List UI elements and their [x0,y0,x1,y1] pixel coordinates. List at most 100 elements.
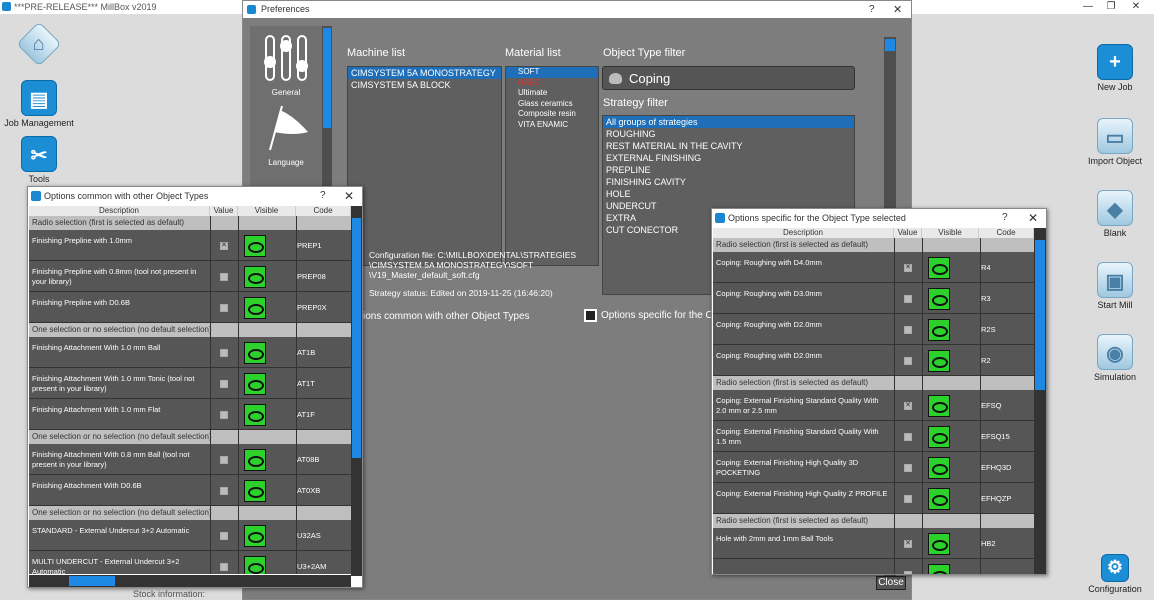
value-checkbox[interactable] [220,272,228,281]
table-row[interactable]: Hole with 2mm and 1mm Ball Tools ✕ HB2 [713,528,1034,559]
table-row[interactable]: Coping: Roughing with D2.0mm R2S [713,314,1034,345]
job-management-launcher[interactable]: ▤ Job Management [4,80,74,128]
strategy-filter-item[interactable]: HOLE [603,188,854,200]
value-checkbox[interactable] [220,379,228,388]
material-list-item[interactable]: HARD [506,78,598,89]
value-checkbox[interactable] [904,570,912,574]
table-row[interactable]: Finishing Prepline with 0.8mm (tool not … [29,261,351,292]
window-close-icon[interactable]: ✕ [1126,1,1146,12]
value-checkbox[interactable] [904,494,912,503]
options-common-vscrollbar[interactable] [351,206,362,576]
value-checkbox[interactable]: ✕ [904,401,912,410]
visible-eye-icon[interactable] [244,555,266,574]
material-list-item[interactable]: Ultimate [506,88,598,99]
value-checkbox[interactable] [220,303,228,312]
machine-list-item[interactable]: CIMSYSTEM 5A BLOCK [348,79,501,91]
close-button[interactable]: Close [876,576,906,590]
restore-icon[interactable]: ❐ [1101,1,1121,12]
options-common-toggle-label[interactable]: ions common with other Object Types [363,311,530,322]
import-object-launcher[interactable]: ▭ Import Object [1080,118,1150,166]
value-checkbox[interactable] [220,486,228,495]
value-checkbox[interactable] [220,410,228,419]
material-list[interactable]: SOFT HARD Ultimate Glass ceramics Compos… [505,66,599,266]
value-checkbox[interactable] [904,463,912,472]
options-specific-close-button[interactable]: ✕ [1028,211,1038,225]
configuration-launcher[interactable]: ⚙ Configuration [1080,554,1150,594]
table-row[interactable]: Finishing Attachment With 0.8 mm Ball (t… [29,444,351,475]
visible-eye-icon[interactable] [244,372,266,395]
visible-eye-icon[interactable] [928,563,950,574]
sidebar-item-language[interactable]: Language [250,98,322,167]
strategy-filter-item[interactable]: EXTERNAL FINISHING [603,152,854,164]
start-mill-launcher[interactable]: ▣ Start Mill [1080,262,1150,310]
table-row[interactable]: Finishing Prepline with D0.6B PREP0X [29,292,351,323]
visible-eye-icon[interactable] [928,349,950,372]
sidebar-scroll-thumb[interactable] [323,28,331,128]
options-specific-vscroll-thumb[interactable] [1035,240,1045,390]
table-row[interactable]: Coping: External Finishing High Quality … [713,452,1034,483]
table-row[interactable] [713,559,1034,574]
material-list-item[interactable]: Glass ceramics [506,99,598,110]
value-checkbox[interactable]: ✕ [904,263,912,272]
options-specific-toggle-label[interactable]: Options specific for the Ob [601,310,719,321]
value-checkbox[interactable]: ✕ [220,241,228,250]
sidebar-scrollbar[interactable] [322,26,332,196]
options-common-vscroll-thumb[interactable] [352,218,361,458]
visible-eye-icon[interactable] [928,487,950,510]
visible-eye-icon[interactable] [244,296,266,319]
table-row[interactable]: Coping: External Finishing Standard Qual… [713,421,1034,452]
strategy-filter-item[interactable]: REST MATERIAL IN THE CAVITY [603,140,854,152]
visible-eye-icon[interactable] [244,524,266,547]
table-row[interactable]: Coping: Roughing with D2.0mm R2 [713,345,1034,376]
object-type-coping-button[interactable]: Coping [602,66,855,90]
minimize-icon[interactable]: — [1078,1,1098,12]
options-common-hscroll-thumb[interactable] [69,576,115,586]
blank-launcher[interactable]: ◆ Blank [1080,190,1150,238]
preferences-close-button[interactable]: ✕ [893,3,902,16]
material-list-item[interactable]: Composite resin [506,109,598,120]
tools-launcher[interactable]: ✂ Tools [4,136,74,184]
strategy-filter-item[interactable]: All groups of strategies [603,116,854,128]
table-row[interactable]: Finishing Attachment With 1.0 mm Ball AT1… [29,337,351,368]
options-specific-vscrollbar[interactable] [1034,228,1046,574]
table-row[interactable]: Finishing Attachment With D0.6B AT0XB [29,475,351,506]
table-row[interactable]: MULTI UNDERCUT - External Undercut 3+2 A… [29,551,351,574]
value-checkbox[interactable] [220,348,228,357]
value-checkbox[interactable] [220,455,228,464]
value-checkbox[interactable] [220,562,228,571]
table-row[interactable]: Finishing Attachment With 1.0 mm Flat AT1… [29,399,351,430]
visible-eye-icon[interactable] [244,234,266,257]
table-row[interactable]: Coping: External Finishing High Quality … [713,483,1034,514]
visible-eye-icon[interactable] [928,256,950,279]
machine-list-item[interactable]: CIMSYSTEM 5A MONOSTRATEGY [348,67,501,79]
value-checkbox[interactable] [220,531,228,540]
visible-eye-icon[interactable] [928,425,950,448]
options-common-close-button[interactable]: ✕ [344,189,354,203]
visible-eye-icon[interactable] [244,265,266,288]
value-checkbox[interactable] [904,432,912,441]
machine-list[interactable]: CIMSYSTEM 5A MONOSTRATEGY CIMSYSTEM 5A B… [347,66,502,266]
table-row[interactable]: Finishing Attachment With 1.0 mm Tonic (… [29,368,351,399]
strategy-filter-item[interactable]: ROUGHING [603,128,854,140]
value-checkbox[interactable] [904,294,912,303]
visible-eye-icon[interactable] [928,456,950,479]
options-specific-checkbox[interactable] [584,309,597,322]
table-row[interactable]: Coping: Roughing with D4.0mm ✕ R4 [713,252,1034,283]
options-common-help-button[interactable]: ? [320,190,326,201]
strategy-filter-item[interactable]: PREPLINE [603,164,854,176]
visible-eye-icon[interactable] [928,318,950,341]
visible-eye-icon[interactable] [928,287,950,310]
strategy-filter-item[interactable]: FINISHING CAVITY [603,176,854,188]
new-job-launcher[interactable]: + New Job [1080,44,1150,92]
table-row[interactable]: Finishing Prepline with 1.0mm ✕ PREP1 [29,230,351,261]
visible-eye-icon[interactable] [244,341,266,364]
home-launcher[interactable]: ⌂ [4,21,74,67]
visible-eye-icon[interactable] [244,448,266,471]
visible-eye-icon[interactable] [928,532,950,555]
table-row[interactable]: Coping: External Finishing Standard Qual… [713,390,1034,421]
simulation-launcher[interactable]: ◉ Simulation [1080,334,1150,382]
visible-eye-icon[interactable] [244,403,266,426]
visible-eye-icon[interactable] [928,394,950,417]
value-checkbox[interactable]: ✕ [904,539,912,548]
table-row[interactable]: Coping: Roughing with D3.0mm R3 [713,283,1034,314]
